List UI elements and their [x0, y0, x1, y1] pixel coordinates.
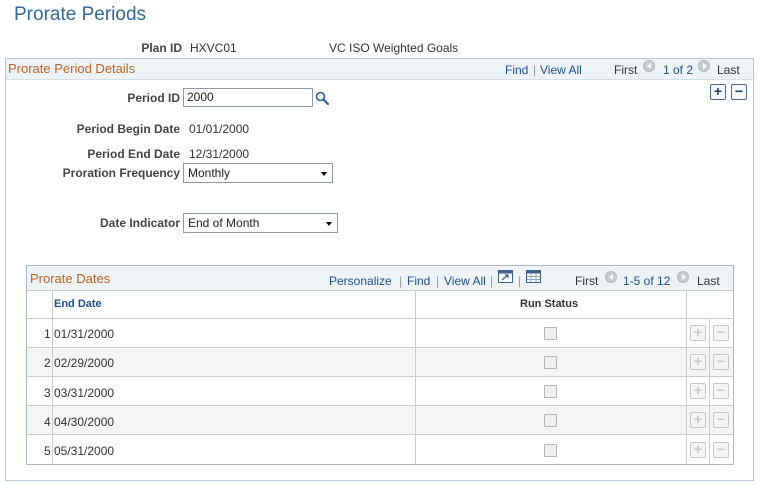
delete-row-button[interactable]: − [731, 84, 747, 100]
grid-row-line [27, 434, 733, 435]
grid-row-line [27, 347, 733, 348]
delete-row-button[interactable]: − [713, 383, 729, 399]
chevron-right-icon[interactable] [698, 60, 710, 72]
chevron-left-icon[interactable] [643, 60, 655, 72]
add-row-button[interactable]: + [710, 84, 726, 100]
download-spreadsheet-icon[interactable] [526, 270, 541, 283]
plan-id-label: Plan ID [141, 41, 182, 55]
plan-id-value: HXVC01 [190, 41, 237, 55]
add-row-button[interactable]: + [690, 412, 706, 428]
prorate-dates-title: Prorate Dates [30, 271, 111, 286]
grid-column-line [709, 319, 710, 464]
period-end-date-value: 12/31/2000 [189, 147, 250, 161]
grid-last-label: Last [697, 274, 720, 288]
period-begin-date-label: Period Begin Date [76, 122, 180, 136]
proration-frequency-value: Monthly [188, 166, 231, 180]
nav-separator: | [436, 274, 440, 288]
date-indicator-select[interactable]: End of Month [183, 213, 338, 233]
row-end-date: 05/31/2000 [54, 444, 115, 458]
grid-personalize-link[interactable]: Personalize [329, 274, 392, 288]
add-row-button[interactable]: + [690, 383, 706, 399]
run-status-checkbox[interactable] [544, 327, 557, 340]
delete-row-button[interactable]: − [713, 442, 729, 458]
chevron-right-icon[interactable] [677, 271, 689, 283]
magnifier-icon[interactable] [315, 91, 330, 106]
grid-view-all-link[interactable]: View All [444, 274, 486, 288]
add-row-button[interactable]: + [690, 442, 706, 458]
chevron-left-icon[interactable] [605, 271, 617, 283]
run-status-checkbox[interactable] [544, 356, 557, 369]
dropdown-arrow-icon [321, 172, 327, 176]
grid-row-line [27, 405, 733, 406]
row-stripe [27, 406, 733, 435]
grid-divider [27, 290, 733, 291]
proration-frequency-select[interactable]: Monthly [183, 163, 333, 183]
row-end-date: 01/31/2000 [54, 327, 115, 341]
row-end-date: 04/30/2000 [54, 415, 115, 429]
nav-separator: | [518, 274, 522, 288]
row-number: 4 [44, 415, 51, 429]
add-row-button[interactable]: + [690, 325, 706, 341]
grid-range: 1-5 of 12 [623, 274, 671, 288]
row-stripe [27, 348, 733, 377]
delete-row-button[interactable]: − [713, 354, 729, 370]
delete-row-button[interactable]: − [713, 325, 729, 341]
run-status-checkbox[interactable] [544, 414, 557, 427]
column-run-status: Run Status [520, 298, 579, 310]
run-status-checkbox[interactable] [544, 385, 557, 398]
details-find-link[interactable]: Find [505, 63, 528, 77]
page-title: Prorate Periods [14, 4, 147, 25]
dropdown-arrow-icon [326, 222, 332, 226]
details-view-all-link[interactable]: View All [540, 63, 582, 77]
column-end-date[interactable]: End Date [54, 298, 102, 310]
nav-separator: | [399, 274, 403, 288]
row-number: 3 [44, 386, 51, 400]
period-begin-date-value: 01/01/2000 [189, 122, 250, 136]
delete-row-button[interactable]: − [713, 412, 729, 428]
grid-row-line [27, 376, 733, 377]
row-end-date: 03/31/2000 [54, 386, 115, 400]
proration-frequency-label: Proration Frequency [62, 166, 180, 180]
row-number: 5 [44, 444, 51, 458]
grid-find-link[interactable]: Find [407, 274, 430, 288]
date-indicator-label: Date Indicator [99, 216, 180, 230]
row-number: 1 [44, 327, 51, 341]
row-number: 2 [44, 356, 51, 370]
zoom-grid-icon[interactable] [498, 270, 513, 283]
grid-column-line [52, 291, 53, 464]
add-row-button[interactable]: + [690, 354, 706, 370]
row-end-date: 02/29/2000 [54, 356, 115, 370]
period-end-date-label: Period End Date [87, 147, 180, 161]
period-id-label: Period ID [127, 91, 180, 105]
grid-first-label: First [575, 274, 599, 288]
plan-description: VC ISO Weighted Goals [329, 41, 459, 55]
run-status-checkbox[interactable] [544, 444, 557, 457]
grid-column-line [415, 291, 416, 464]
details-last-label: Last [717, 63, 740, 77]
prorate-period-details-title: Prorate Period Details [8, 61, 136, 76]
grid-column-line [686, 291, 687, 464]
nav-separator: | [490, 274, 494, 288]
date-indicator-value: End of Month [188, 216, 260, 230]
grid-row-line [27, 318, 733, 319]
details-first-label: First [614, 63, 638, 77]
nav-separator: | [533, 63, 537, 77]
details-range: 1 of 2 [663, 63, 694, 77]
period-id-input[interactable]: 2000 [183, 88, 313, 107]
